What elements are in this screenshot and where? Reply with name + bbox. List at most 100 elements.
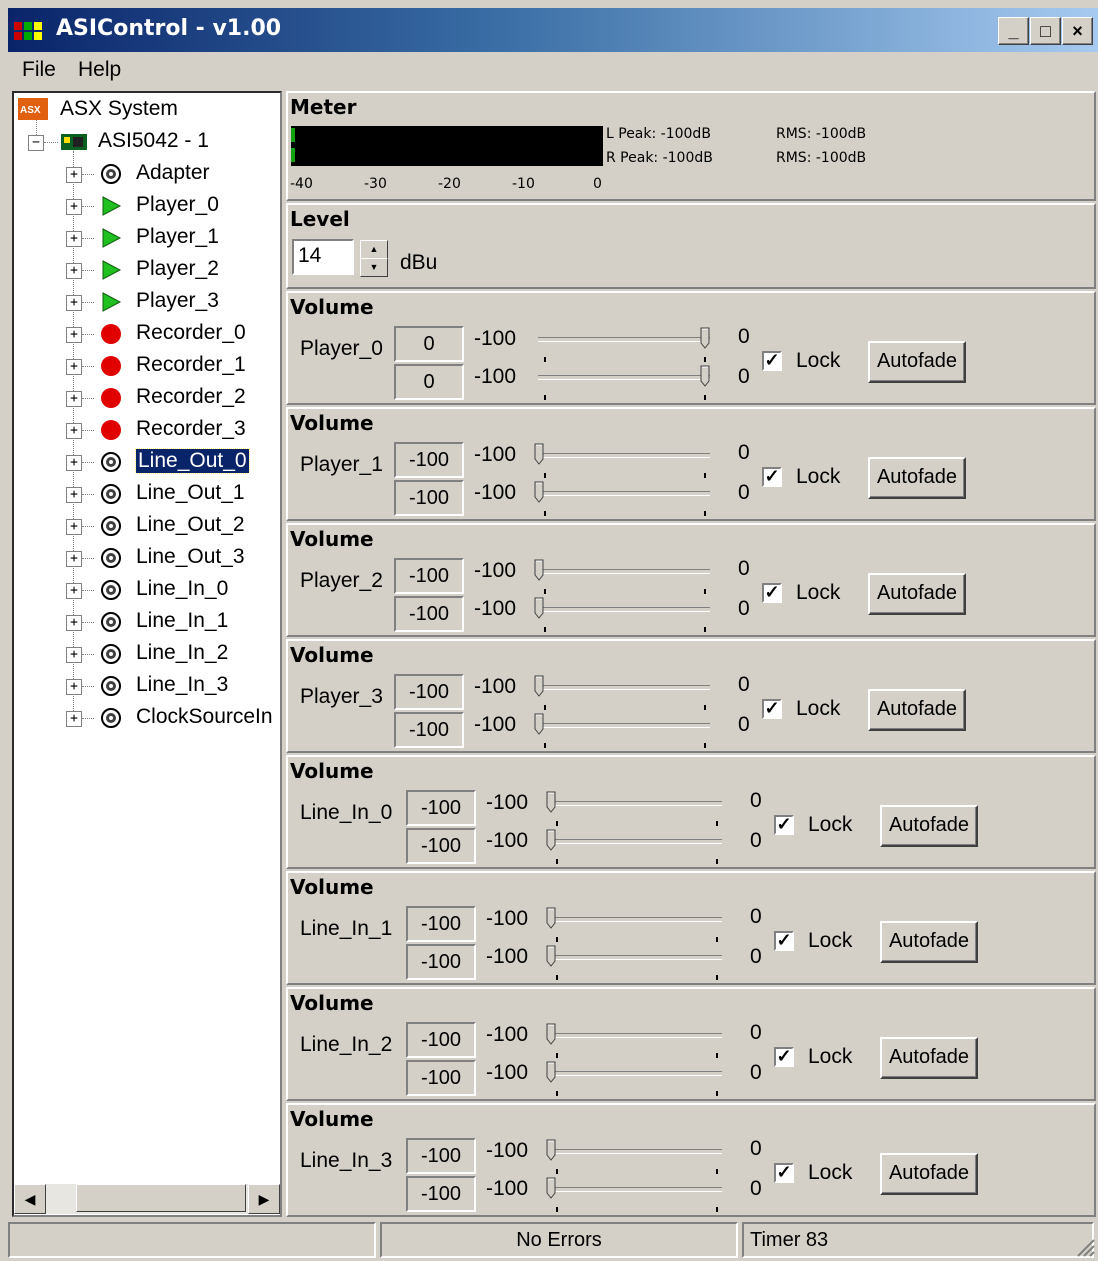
autofade-button[interactable]: Autofade <box>868 341 966 383</box>
expand-icon[interactable]: + <box>66 519 82 535</box>
lock-checkbox[interactable]: ✓ <box>762 467 782 487</box>
expand-icon[interactable]: + <box>66 391 82 407</box>
volume-slider-thumb[interactable] <box>546 1023 556 1045</box>
expand-icon[interactable]: + <box>66 711 82 727</box>
volume-slider-track[interactable] <box>550 1033 722 1038</box>
expand-icon[interactable]: + <box>66 199 82 215</box>
volume-slider-thumb[interactable] <box>534 443 544 465</box>
tree-node[interactable]: + Recorder_3 <box>18 415 280 445</box>
maximize-button[interactable]: □ <box>1030 17 1061 45</box>
volume-slider-thumb[interactable] <box>534 559 544 581</box>
volume-slider-track[interactable] <box>550 839 722 844</box>
expand-icon[interactable]: + <box>66 551 82 567</box>
spin-up-button[interactable]: ▲ <box>360 240 388 259</box>
volume-slider-thumb[interactable] <box>534 481 544 503</box>
lock-checkbox[interactable]: ✓ <box>762 699 782 719</box>
menu-file[interactable]: File <box>22 58 56 82</box>
tree-root[interactable]: ASX ASX System <box>18 95 278 125</box>
volume-slider-thumb[interactable] <box>534 675 544 697</box>
tree-node[interactable]: + Adapter <box>18 159 280 189</box>
volume-slider-track[interactable] <box>538 375 710 380</box>
volume-slider-track[interactable] <box>550 1187 722 1192</box>
lock-checkbox[interactable]: ✓ <box>774 815 794 835</box>
volume-slider-thumb[interactable] <box>534 713 544 735</box>
tree-node[interactable]: + Line_Out_3 <box>18 543 280 573</box>
tree-node[interactable]: + Line_In_1 <box>18 607 280 637</box>
tree-hscrollbar[interactable]: ◀ ▶ <box>14 1184 280 1214</box>
volume-slider-track[interactable] <box>538 569 710 574</box>
tree-node[interactable]: + Recorder_0 <box>18 319 280 349</box>
tree-node[interactable]: + Line_In_0 <box>18 575 280 605</box>
volume-slider-thumb[interactable] <box>700 365 710 387</box>
volume-slider-thumb[interactable] <box>546 1139 556 1161</box>
volume-slider-thumb[interactable] <box>546 829 556 851</box>
expand-icon[interactable]: + <box>66 679 82 695</box>
tree-node[interactable]: + Line_In_3 <box>18 671 280 701</box>
tree-node[interactable]: + Player_0 <box>18 191 280 221</box>
volume-slider-track[interactable] <box>538 491 710 496</box>
tree-node[interactable]: + Player_1 <box>18 223 280 253</box>
expand-icon[interactable]: + <box>66 615 82 631</box>
expand-icon[interactable]: + <box>66 327 82 343</box>
volume-slider-thumb[interactable] <box>546 945 556 967</box>
expand-icon[interactable]: + <box>66 647 82 663</box>
tree-node[interactable]: + Line_Out_0 <box>18 447 280 477</box>
volume-slider-track[interactable] <box>538 685 710 690</box>
title-bar[interactable]: ASIControl - v1.00 _ □ × <box>8 8 1098 52</box>
lock-checkbox[interactable]: ✓ <box>762 351 782 371</box>
expand-icon[interactable]: + <box>66 295 82 311</box>
autofade-button[interactable]: Autofade <box>880 1153 978 1195</box>
volume-slider-track[interactable] <box>550 1149 722 1154</box>
volume-slider-track[interactable] <box>550 955 722 960</box>
lock-checkbox[interactable]: ✓ <box>762 583 782 603</box>
tree-node[interactable]: + Line_In_2 <box>18 639 280 669</box>
tree-node[interactable]: + Line_Out_2 <box>18 511 280 541</box>
volume-slider-track[interactable] <box>550 801 722 806</box>
expand-icon[interactable]: + <box>66 167 82 183</box>
autofade-button[interactable]: Autofade <box>880 805 978 847</box>
tree-node[interactable]: + Player_3 <box>18 287 280 317</box>
lock-checkbox[interactable]: ✓ <box>774 931 794 951</box>
level-input[interactable]: 14 <box>292 239 354 275</box>
volume-slider-track[interactable] <box>550 917 722 922</box>
tree-adapter[interactable]: − ASI5042 - 1 <box>18 127 278 157</box>
volume-slider-thumb[interactable] <box>546 1177 556 1199</box>
scroll-thumb[interactable] <box>76 1184 246 1212</box>
volume-slider-thumb[interactable] <box>700 327 710 349</box>
spin-down-button[interactable]: ▼ <box>360 258 388 277</box>
volume-slider-track[interactable] <box>538 723 710 728</box>
expand-icon[interactable]: + <box>66 583 82 599</box>
autofade-button[interactable]: Autofade <box>868 689 966 731</box>
tree-node[interactable]: + Recorder_2 <box>18 383 280 413</box>
expand-icon[interactable]: + <box>66 455 82 471</box>
expand-icon[interactable]: + <box>66 359 82 375</box>
expand-icon[interactable]: + <box>66 263 82 279</box>
autofade-button[interactable]: Autofade <box>868 457 966 499</box>
autofade-button[interactable]: Autofade <box>880 1037 978 1079</box>
autofade-button[interactable]: Autofade <box>868 573 966 615</box>
tree-node[interactable]: + Line_Out_1 <box>18 479 280 509</box>
tree-node[interactable]: + Recorder_1 <box>18 351 280 381</box>
volume-slider-track[interactable] <box>550 1071 722 1076</box>
tree-node[interactable]: + Player_2 <box>18 255 280 285</box>
menu-help[interactable]: Help <box>78 58 121 82</box>
collapse-icon[interactable]: − <box>28 135 44 151</box>
expand-icon[interactable]: + <box>66 231 82 247</box>
lock-checkbox[interactable]: ✓ <box>774 1163 794 1183</box>
close-button[interactable]: × <box>1062 17 1093 45</box>
volume-slider-thumb[interactable] <box>546 1061 556 1083</box>
volume-slider-thumb[interactable] <box>546 791 556 813</box>
volume-slider-track[interactable] <box>538 453 710 458</box>
expand-icon[interactable]: + <box>66 487 82 503</box>
lock-checkbox[interactable]: ✓ <box>774 1047 794 1067</box>
volume-slider-thumb[interactable] <box>546 907 556 929</box>
volume-slider-track[interactable] <box>538 607 710 612</box>
size-grip-icon[interactable] <box>1074 1236 1096 1258</box>
scroll-left-button[interactable]: ◀ <box>14 1184 46 1214</box>
volume-slider-thumb[interactable] <box>534 597 544 619</box>
volume-slider-track[interactable] <box>538 337 710 342</box>
autofade-button[interactable]: Autofade <box>880 921 978 963</box>
tree-node[interactable]: + ClockSourceIn <box>18 703 280 733</box>
device-tree[interactable]: ASX ASX System − ASI5042 - 1 + Adapter + Pl… <box>12 91 282 1217</box>
scroll-right-button[interactable]: ▶ <box>248 1184 280 1214</box>
